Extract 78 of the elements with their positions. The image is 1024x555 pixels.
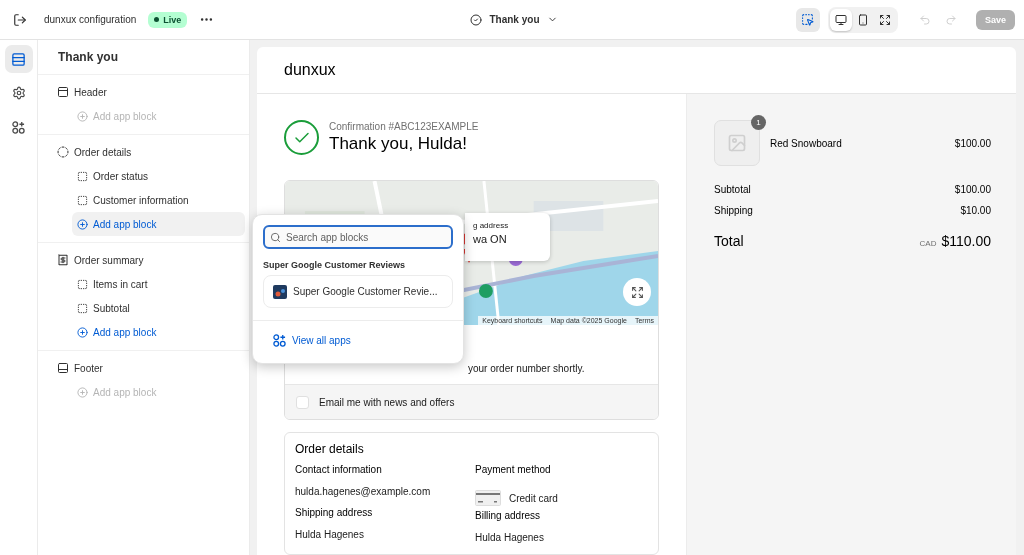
dashed-square-icon xyxy=(77,194,88,206)
section-name: Order summary xyxy=(74,254,144,266)
app-logo-icon xyxy=(273,284,287,299)
sections-icon xyxy=(11,51,26,67)
detail-value: Credit card xyxy=(509,492,558,504)
confirmation-number: Confirmation #ABC123EXAMPLE xyxy=(329,121,479,132)
currency-code: CAD xyxy=(919,239,937,248)
detail-label: Shipping address xyxy=(295,507,374,520)
plus-circle-icon xyxy=(77,110,88,122)
search-field[interactable]: Search app blocks xyxy=(263,225,453,249)
add-block-item[interactable]: Add app block xyxy=(72,320,245,344)
dashed-circle-icon xyxy=(57,146,69,158)
apps-icon xyxy=(273,334,286,347)
section-name: Order details xyxy=(74,146,132,158)
dashed-square-icon xyxy=(77,278,88,290)
notice-text: your order number shortly. xyxy=(468,363,585,374)
pointer-select-icon xyxy=(801,13,815,26)
panel-bottom-icon xyxy=(57,362,69,374)
panel-top-icon xyxy=(57,86,69,98)
exit-icon[interactable] xyxy=(13,12,27,27)
sidebar-title: Thank you xyxy=(38,40,249,75)
popup-text: wa ON xyxy=(473,233,508,245)
add-block-item[interactable]: Add app block xyxy=(72,212,245,236)
newsletter-checkbox[interactable] xyxy=(296,395,309,409)
status-badge: Live xyxy=(148,11,188,28)
detail-value: Hulda Hagenes xyxy=(295,529,365,542)
dashed-square-icon xyxy=(77,302,88,314)
quantity-badge: 1 xyxy=(751,115,766,130)
summary-value: $10.00 xyxy=(960,205,991,216)
view-mode-button[interactable] xyxy=(829,8,852,31)
search-icon xyxy=(270,232,281,243)
detail-label: Billing address xyxy=(475,510,542,523)
image-icon xyxy=(727,133,747,153)
block-item[interactable]: Order status xyxy=(72,164,245,188)
product-price: $100.00 xyxy=(954,137,991,149)
popup-text: g address xyxy=(473,221,510,230)
block-item[interactable]: Customer information xyxy=(72,188,245,212)
app-block-item[interactable]: Super Google Customer Revie... xyxy=(263,275,453,308)
newsletter-label: Email me with news and offers xyxy=(319,396,455,408)
check-circle-icon xyxy=(284,120,319,155)
receipt-icon xyxy=(57,254,69,266)
total-value: $110.00 xyxy=(941,233,991,249)
detail-value: hulda.hagenes@example.com xyxy=(295,486,432,499)
plus-circle-icon xyxy=(77,218,88,230)
expand-icon xyxy=(878,13,891,26)
summary-label: Shipping xyxy=(714,205,753,216)
desktop-icon xyxy=(834,13,847,26)
detail-label: Payment method xyxy=(475,464,552,477)
plus-circle-icon xyxy=(77,326,88,338)
detail-value: Hulda Hagenes xyxy=(475,532,545,545)
redo-icon xyxy=(944,13,957,26)
undo-icon xyxy=(918,13,931,26)
total-label: Total xyxy=(714,233,745,249)
detail-label: Contact information xyxy=(295,464,383,477)
product-name: Red Snowboard xyxy=(770,137,843,149)
block-item[interactable]: Subtotal xyxy=(72,296,245,320)
summary-label: Subtotal xyxy=(714,184,751,195)
credit-card-icon xyxy=(475,490,501,506)
rail-button[interactable] xyxy=(4,45,33,73)
summary-value: $100.00 xyxy=(954,184,991,195)
order-details-title: Order details xyxy=(295,442,365,456)
apps-icon xyxy=(12,120,25,134)
section-name: Header xyxy=(74,86,107,98)
block-item[interactable]: Items in cart xyxy=(72,272,245,296)
view-all-apps-link[interactable]: View all apps xyxy=(273,334,351,347)
settings-icon xyxy=(11,86,26,100)
phone-icon xyxy=(856,13,869,26)
plus-circle-icon xyxy=(77,386,88,398)
section-name: Footer xyxy=(74,362,103,374)
thank-you-heading: Thank you, Hulda! xyxy=(329,134,468,154)
check-circle-icon xyxy=(470,13,483,26)
expand-icon xyxy=(630,285,644,299)
inspector-button[interactable] xyxy=(795,7,820,32)
store-name: dunxux xyxy=(284,61,336,79)
page-selector[interactable]: Thank you xyxy=(470,13,558,26)
app-group-title: Super Google Customer Reviews xyxy=(262,259,407,272)
configuration-title: dunxux configuration xyxy=(44,14,137,25)
dashed-square-icon xyxy=(77,170,88,182)
